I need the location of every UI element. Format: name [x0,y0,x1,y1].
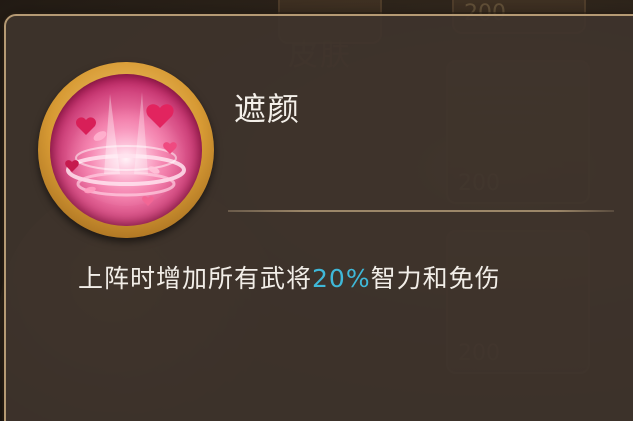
description-suffix: 智力和免伤 [370,264,501,293]
game-screen: 皮肤 200 200 200 [0,0,633,421]
skill-icon-graphic [65,92,186,206]
title-divider [228,210,614,212]
description-percent-value: 20% [312,264,371,293]
description-prefix: 上阵时增加所有武将 [78,264,313,293]
pink-hearts-whirlwind-icon [38,62,214,238]
skill-icon-artwork [50,74,202,226]
skill-tooltip-panel: 遮颜 上阵时增加所有武将20%智力和免伤 [4,14,633,421]
skill-title: 遮颜 [234,90,301,128]
skill-description: 上阵时增加所有武将20%智力和免伤 [78,259,501,295]
